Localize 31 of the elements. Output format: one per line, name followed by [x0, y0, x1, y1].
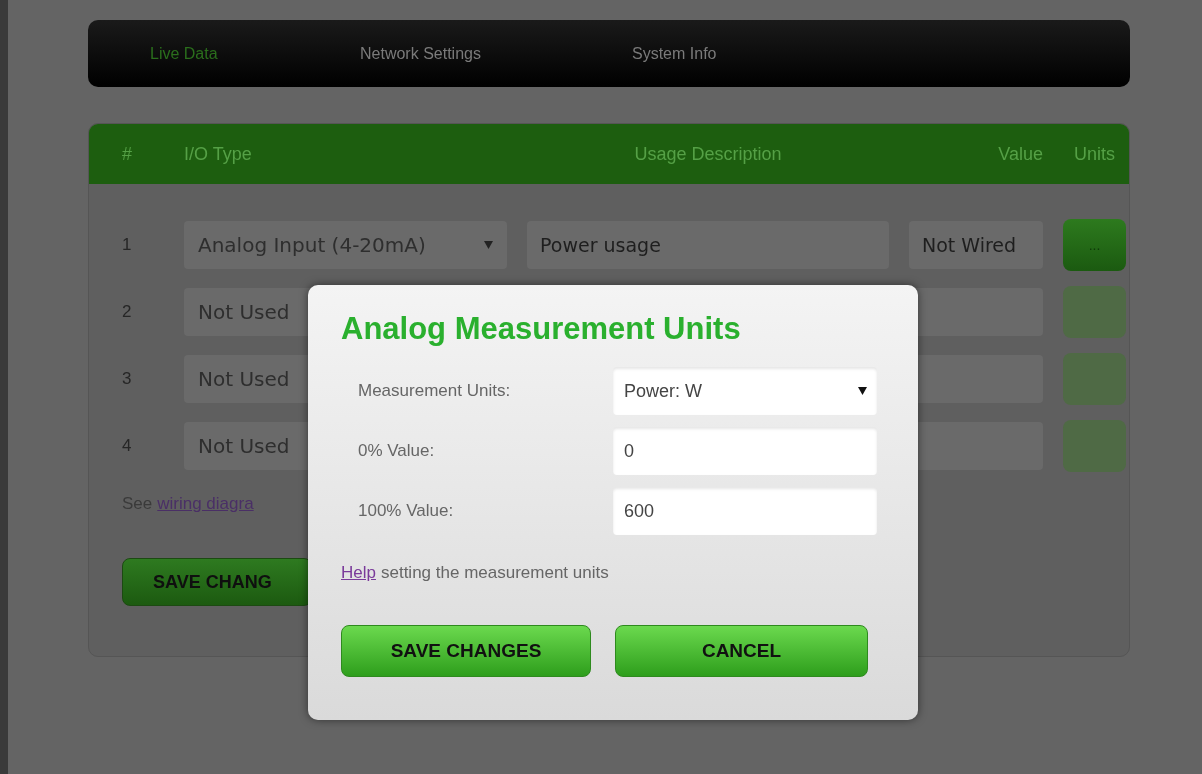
row-number: 2 [122, 302, 133, 322]
units-button[interactable] [1063, 353, 1126, 405]
nav-tab[interactable]: System Info [632, 44, 832, 63]
help-link[interactable]: Help [341, 563, 376, 583]
io-type-select[interactable]: Analog Input (4-20mA) [184, 221, 507, 269]
caret-icon [858, 387, 867, 395]
value-field: Not Wired [909, 221, 1043, 269]
column-header: Value [997, 143, 1043, 165]
nav-tab[interactable]: Live Data [150, 44, 360, 63]
input-field[interactable]: 0 [613, 427, 877, 475]
row-number: 1 [122, 235, 133, 255]
nav-tab[interactable]: Network Settings [360, 44, 632, 63]
help-text: setting the measurement units [380, 563, 609, 583]
column-header: # [122, 143, 133, 165]
description-field[interactable]: Power usage [527, 221, 889, 269]
field-label: Measurement Units: [358, 381, 512, 401]
units-button[interactable] [1063, 286, 1126, 338]
field-label: 0% Value: [358, 441, 436, 461]
column-header: I/O Type [184, 143, 253, 165]
row-number: 3 [122, 369, 133, 389]
dialog-title: Analog Measurement Units [341, 311, 742, 347]
cancel-button[interactable]: CANCEL [615, 625, 868, 677]
save-button[interactable]: SAVE CHANGES [341, 625, 591, 677]
input-field[interactable]: 600 [613, 487, 877, 535]
row-number: 4 [122, 436, 133, 456]
units-button[interactable] [1063, 420, 1126, 472]
column-header: Units [1073, 143, 1116, 165]
caret-icon [484, 241, 493, 249]
units-select[interactable]: Power: W [613, 367, 877, 415]
column-header: Usage Description [633, 143, 783, 165]
field-label: 100% Value: [358, 501, 455, 521]
